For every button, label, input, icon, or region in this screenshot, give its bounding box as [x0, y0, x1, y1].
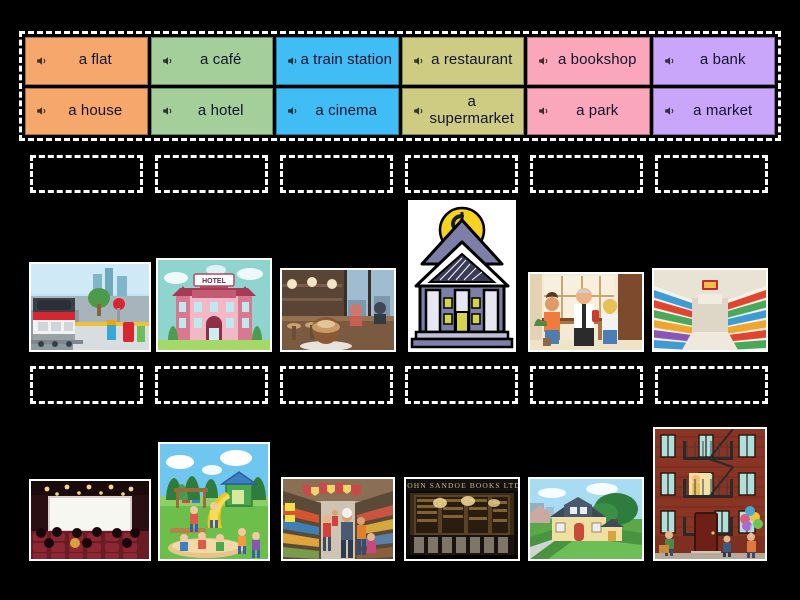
- dropzone-2-1[interactable]: [30, 366, 143, 404]
- image-row-2: Cinema auditorium with white screen and …: [28, 413, 772, 561]
- speaker-icon[interactable]: [286, 105, 299, 118]
- image-cell-cafe: Cafe interior with coffee cup on table: [276, 268, 400, 352]
- restaurant-image[interactable]: Waiter serving customers at a restaurant…: [528, 272, 644, 352]
- image-cell-flat: Red brick apartment block with fire esca…: [648, 427, 772, 561]
- image-alt: Supermarket aisle with stocked shelves: [654, 350, 655, 351]
- speaker-icon[interactable]: [663, 105, 676, 118]
- image-cell-supermarket: Supermarket aisle with stocked shelves: [648, 268, 772, 352]
- dropzone-row-1: [30, 155, 770, 195]
- speaker-icon[interactable]: [412, 105, 425, 118]
- image-alt: Red brick apartment block with fire esca…: [655, 559, 656, 560]
- dropzone-1-1[interactable]: [30, 155, 143, 193]
- speaker-icon[interactable]: [161, 105, 174, 118]
- word-bank: a flat a café a train station a restaura…: [19, 31, 781, 141]
- park-image[interactable]: Playground park with children, slide and…: [158, 442, 270, 561]
- bank-image[interactable]: Bank building clipart with columns and d…: [408, 200, 516, 352]
- bookshop-image[interactable]: JOHN SANDOE BOOKS LTD: [404, 477, 520, 561]
- dropzone-2-5[interactable]: [530, 366, 643, 404]
- house-image[interactable]: Suburban house with lawn and tree: [528, 477, 644, 561]
- speaker-icon[interactable]: [286, 54, 299, 67]
- dropzone-2-2[interactable]: [155, 366, 268, 404]
- svg-text:HOTEL: HOTEL: [202, 278, 226, 285]
- image-alt: Crowded street market with shoppers and …: [283, 559, 284, 560]
- image-alt: Red and white commuter train at a statio…: [31, 350, 32, 351]
- image-alt: Bank building clipart with columns and d…: [410, 350, 411, 351]
- dropzone-row-2: [30, 366, 770, 406]
- image-cell-market: Crowded street market with shoppers and …: [276, 477, 400, 561]
- speaker-icon[interactable]: [35, 105, 48, 118]
- word-tile-a-market[interactable]: a market: [652, 87, 775, 135]
- word-tile-a-restaurant[interactable]: a restaurant: [401, 37, 524, 85]
- word-tile-a-cinema[interactable]: a cinema: [276, 87, 399, 135]
- train-station-image[interactable]: Red and white commuter train at a statio…: [29, 262, 151, 352]
- dropzone-1-5[interactable]: [530, 155, 643, 193]
- speaker-icon[interactable]: [412, 54, 425, 67]
- speaker-icon[interactable]: [663, 54, 676, 67]
- image-alt: Playground park with children, slide and…: [160, 559, 161, 560]
- image-alt: Cinema auditorium with white screen and …: [31, 559, 32, 560]
- word-tile-a-bookshop[interactable]: a bookshop: [527, 37, 650, 85]
- speaker-icon[interactable]: [537, 54, 550, 67]
- word-tile-a-bank[interactable]: a bank: [652, 37, 775, 85]
- image-cell-house: Suburban house with lawn and tree: [524, 477, 648, 561]
- dropzone-2-4[interactable]: [405, 366, 518, 404]
- image-cell-bookshop: JOHN SANDOE BOOKS LTD: [400, 477, 524, 561]
- match-up-activity: a flat a café a train station a restaura…: [0, 0, 800, 600]
- speaker-icon[interactable]: [35, 54, 48, 67]
- bookshop-sign-text: JOHN SANDOE BOOKS LTD: [406, 481, 518, 490]
- image-alt: Suburban house with lawn and tree: [530, 559, 531, 560]
- word-tile-a-hotel[interactable]: a hotel: [150, 87, 273, 135]
- dropzone-2-6[interactable]: [655, 366, 768, 404]
- word-tile-a-cafe[interactable]: a café: [150, 37, 273, 85]
- hotel-image[interactable]: HOTEL Pink hotel building with HOTEL sig: [156, 258, 272, 352]
- market-image[interactable]: Crowded street market with shoppers and …: [281, 477, 395, 561]
- image-cell-park: Playground park with children, slide and…: [152, 442, 276, 561]
- image-alt: Pink hotel building with HOTEL sign: [158, 350, 159, 351]
- word-tile-a-train-station[interactable]: a train station: [276, 37, 399, 85]
- image-row-1: Red and white commuter train at a statio…: [28, 197, 772, 352]
- image-cell-bank: Bank building clipart with columns and d…: [400, 200, 524, 352]
- speaker-icon[interactable]: [537, 105, 550, 118]
- image-cell-hotel: HOTEL Pink hotel building with HOTEL sig: [152, 258, 276, 352]
- word-tile-a-flat[interactable]: a flat: [25, 37, 148, 85]
- dropzone-1-2[interactable]: [155, 155, 268, 193]
- supermarket-image[interactable]: Supermarket aisle with stocked shelves: [652, 268, 768, 352]
- dropzone-2-3[interactable]: [280, 366, 393, 404]
- image-cell-train-station: Red and white commuter train at a statio…: [28, 262, 152, 352]
- cafe-image[interactable]: Cafe interior with coffee cup on table: [280, 268, 396, 352]
- dropzone-1-4[interactable]: [405, 155, 518, 193]
- dropzone-1-6[interactable]: [655, 155, 768, 193]
- image-cell-cinema: Cinema auditorium with white screen and …: [28, 479, 152, 561]
- image-alt: Waiter serving customers at a restaurant…: [530, 350, 531, 351]
- word-tile-a-house[interactable]: a house: [25, 87, 148, 135]
- speaker-icon[interactable]: [161, 54, 174, 67]
- cinema-image[interactable]: Cinema auditorium with white screen and …: [29, 479, 151, 561]
- word-bank-row-1: a flat a café a train station a restaura…: [25, 37, 775, 85]
- image-alt: Bookshop storefront at night: [406, 559, 407, 560]
- image-alt: Cafe interior with coffee cup on table: [282, 350, 283, 351]
- word-tile-a-park[interactable]: a park: [527, 87, 650, 135]
- dropzone-1-3[interactable]: [280, 155, 393, 193]
- word-tile-a-supermarket[interactable]: a supermarket: [401, 87, 524, 135]
- word-bank-row-2: a house a hotel a cinema a supermarket a…: [25, 87, 775, 135]
- flat-image[interactable]: Red brick apartment block with fire esca…: [653, 427, 767, 561]
- image-cell-restaurant: Waiter serving customers at a restaurant…: [524, 272, 648, 352]
